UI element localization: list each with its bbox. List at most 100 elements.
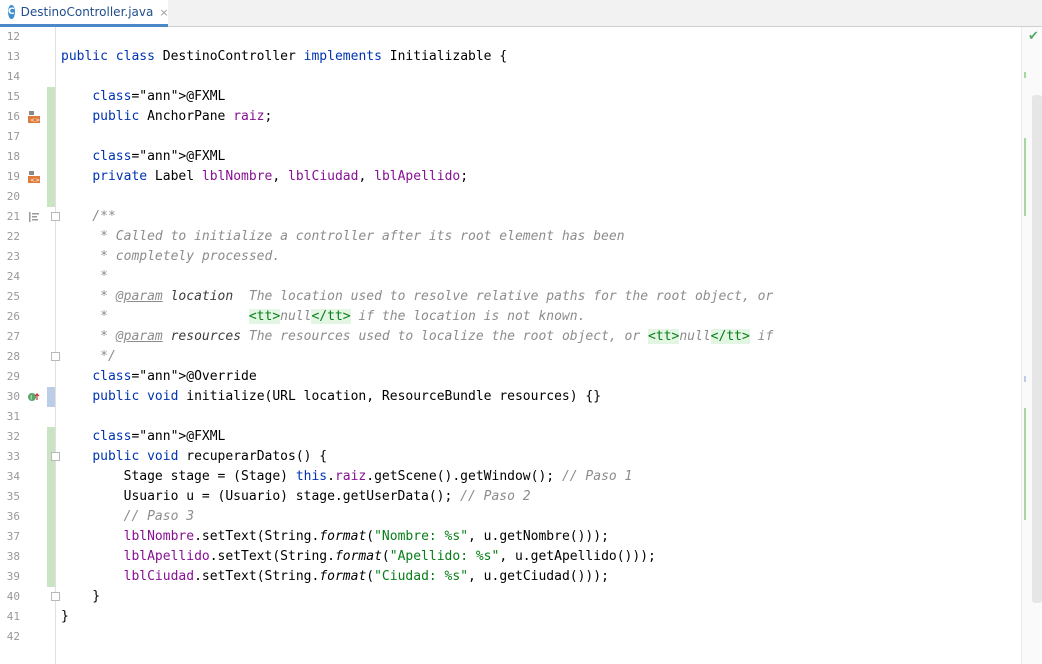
vcs-change-marker[interactable] [47, 147, 55, 167]
gutter-row[interactable]: 39 [0, 567, 56, 587]
code-line[interactable]: class="ann">@FXML [61, 87, 1021, 107]
code-line[interactable]: // Paso 3 [61, 507, 1021, 527]
code-line[interactable]: * @param resources The resources used to… [61, 327, 1021, 347]
vcs-change-marker[interactable] [47, 107, 55, 127]
code-line[interactable]: public void initialize(URL location, Res… [61, 387, 1021, 407]
vcs-change-marker[interactable] [47, 507, 55, 527]
code-line[interactable]: ​ [61, 187, 1021, 207]
gutter-row[interactable]: 27 [0, 327, 56, 347]
line-number: 27 [6, 330, 20, 343]
gutter-row[interactable]: 14 [0, 67, 56, 87]
gutter-row[interactable]: 19 <> [0, 167, 56, 187]
vcs-change-marker[interactable] [47, 527, 55, 547]
line-number: 40 [6, 590, 20, 603]
line-numbers: 12 13 14 15 16 <> 17 18 19 <> 20 21 22 23 24 25 26 27 28 29… [0, 27, 60, 647]
check-icon[interactable]: ✔ [1028, 29, 1042, 44]
gutter-row[interactable]: 40 [0, 587, 60, 607]
code-line[interactable]: } [61, 607, 1021, 627]
code-line[interactable]: * [61, 267, 1021, 287]
gutter-row[interactable]: 16 <> [0, 107, 56, 127]
gutter-row[interactable]: 28 [0, 347, 60, 367]
gutter-row[interactable]: 36 [0, 507, 56, 527]
vcs-change-marker[interactable] [47, 487, 55, 507]
code-line[interactable]: public void recuperarDatos() { [61, 447, 1021, 467]
code-line[interactable]: */ [61, 347, 1021, 367]
vcs-change-marker[interactable] [47, 427, 55, 447]
code-line[interactable]: ​ [61, 27, 1021, 47]
line-number: 39 [6, 570, 20, 583]
code-editor[interactable]: ​public class DestinoController implemen… [61, 27, 1021, 647]
code-line[interactable]: public AnchorPane raiz; [61, 107, 1021, 127]
gutter-row[interactable]: 13 [0, 47, 56, 67]
vcs-change-marker[interactable] [47, 127, 55, 147]
gutter-row[interactable]: 23 [0, 247, 56, 267]
code-line[interactable]: } [61, 587, 1021, 607]
line-number: 14 [6, 70, 20, 83]
line-number: 32 [6, 430, 20, 443]
code-line[interactable]: * <tt>null</tt> if the location is not k… [61, 307, 1021, 327]
vcs-change-marker[interactable] [47, 87, 55, 107]
gutter-row[interactable]: 29 [0, 367, 56, 387]
close-icon[interactable]: × [159, 6, 168, 19]
gutter-row[interactable]: 18 [0, 147, 56, 167]
gutter-row[interactable]: 30 I [0, 387, 56, 407]
gutter-row[interactable]: 34 [0, 467, 56, 487]
line-number: 21 [6, 210, 20, 223]
vcs-change-marker[interactable] [47, 547, 55, 567]
gutter-row[interactable]: 35 [0, 487, 56, 507]
code-line[interactable]: /** [61, 207, 1021, 227]
vcs-change-marker[interactable] [47, 567, 55, 587]
code-line[interactable]: ​ [61, 127, 1021, 147]
change-marker[interactable] [1024, 376, 1026, 382]
gutter-row[interactable]: 20 [0, 187, 56, 207]
gutter-row[interactable]: 24 [0, 267, 56, 287]
code-line[interactable]: lblCiudad.setText(String.format("Ciudad:… [61, 567, 1021, 587]
code-line[interactable]: public class DestinoController implement… [61, 47, 1021, 67]
gutter-row[interactable]: 41 [0, 607, 56, 627]
code-line[interactable]: class="ann">@FXML [61, 147, 1021, 167]
fold-toggle-icon[interactable] [51, 212, 60, 221]
code-line[interactable]: Stage stage = (Stage) this.raiz.getScene… [61, 467, 1021, 487]
gutter-row[interactable]: 42 [0, 627, 56, 647]
gutter-row[interactable]: 22 [0, 227, 56, 247]
svg-text:I: I [30, 395, 32, 402]
code-line[interactable]: * completely processed. [61, 247, 1021, 267]
line-number: 19 [6, 170, 20, 183]
tab-destino-controller[interactable]: C DestinoController.java × [0, 0, 169, 27]
gutter-row[interactable]: 21 [0, 207, 60, 227]
vcs-change-marker[interactable] [47, 387, 55, 407]
code-line[interactable]: private Label lblNombre, lblCiudad, lblA… [61, 167, 1021, 187]
gutter-row[interactable]: 17 [0, 127, 56, 147]
code-line[interactable]: class="ann">@Override [61, 367, 1021, 387]
vcs-change-marker[interactable] [47, 167, 55, 187]
code-line[interactable]: * Called to initialize a controller afte… [61, 227, 1021, 247]
change-marker[interactable] [1024, 72, 1026, 78]
fold-toggle-icon[interactable] [51, 452, 60, 461]
gutter-row[interactable]: 12 [0, 27, 56, 47]
vertical-scrollbar[interactable] [1032, 95, 1042, 603]
gutter-row[interactable]: 32 [0, 427, 56, 447]
code-line[interactable]: ​ [61, 407, 1021, 427]
change-marker[interactable] [1024, 138, 1026, 216]
tab-label: DestinoController.java [20, 5, 154, 19]
vcs-change-marker[interactable] [47, 467, 55, 487]
gutter-row[interactable]: 25 [0, 287, 56, 307]
fold-toggle-icon[interactable] [51, 592, 60, 601]
code-line[interactable]: lblNombre.setText(String.format("Nombre:… [61, 527, 1021, 547]
line-number: 35 [6, 490, 20, 503]
change-marker[interactable] [1024, 408, 1026, 520]
fold-toggle-icon[interactable] [51, 352, 60, 361]
vcs-change-marker[interactable] [47, 187, 55, 207]
code-line[interactable]: ​ [61, 67, 1021, 87]
code-line[interactable]: lblApellido.setText(String.format("Apell… [61, 547, 1021, 567]
gutter-row[interactable]: 15 [0, 87, 56, 107]
code-line[interactable]: * @param location The location used to r… [61, 287, 1021, 307]
gutter-row[interactable]: 33 [0, 447, 60, 467]
gutter-row[interactable]: 37 [0, 527, 56, 547]
gutter-row[interactable]: 31 [0, 407, 56, 427]
gutter-row[interactable]: 26 [0, 307, 56, 327]
code-line[interactable]: ​ [61, 627, 1021, 647]
gutter-row[interactable]: 38 [0, 547, 56, 567]
code-line[interactable]: Usuario u = (Usuario) stage.getUserData(… [61, 487, 1021, 507]
code-line[interactable]: class="ann">@FXML [61, 427, 1021, 447]
